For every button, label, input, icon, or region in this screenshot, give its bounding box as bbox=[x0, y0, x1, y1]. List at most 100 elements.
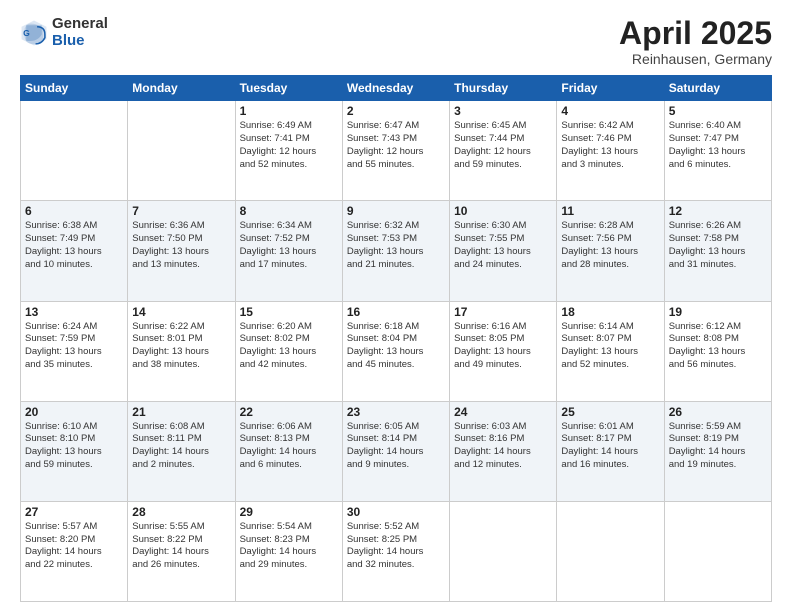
day-number: 21 bbox=[132, 405, 230, 419]
day-info: Sunrise: 6:12 AM Sunset: 8:08 PM Dayligh… bbox=[669, 321, 767, 372]
day-number: 28 bbox=[132, 505, 230, 519]
day-info: Sunrise: 6:26 AM Sunset: 7:58 PM Dayligh… bbox=[669, 220, 767, 271]
day-info: Sunrise: 6:08 AM Sunset: 8:11 PM Dayligh… bbox=[132, 421, 230, 472]
day-cell bbox=[557, 501, 664, 601]
day-number: 12 bbox=[669, 204, 767, 218]
day-info: Sunrise: 6:18 AM Sunset: 8:04 PM Dayligh… bbox=[347, 321, 445, 372]
day-info: Sunrise: 6:03 AM Sunset: 8:16 PM Dayligh… bbox=[454, 421, 552, 472]
header: G General Blue April 2025 Reinhausen, Ge… bbox=[20, 16, 772, 67]
day-info: Sunrise: 5:54 AM Sunset: 8:23 PM Dayligh… bbox=[240, 521, 338, 572]
day-info: Sunrise: 6:47 AM Sunset: 7:43 PM Dayligh… bbox=[347, 120, 445, 171]
day-cell bbox=[128, 101, 235, 201]
subtitle: Reinhausen, Germany bbox=[619, 51, 772, 67]
day-info: Sunrise: 6:32 AM Sunset: 7:53 PM Dayligh… bbox=[347, 220, 445, 271]
week-row-3: 13 Sunrise: 6:24 AM Sunset: 7:59 PM Dayli… bbox=[21, 301, 772, 401]
day-cell: 20 Sunrise: 6:10 AM Sunset: 8:10 PM Dayli… bbox=[21, 401, 128, 501]
day-info: Sunrise: 6:14 AM Sunset: 8:07 PM Dayligh… bbox=[561, 321, 659, 372]
day-cell: 27 Sunrise: 5:57 AM Sunset: 8:20 PM Dayli… bbox=[21, 501, 128, 601]
day-cell: 12 Sunrise: 6:26 AM Sunset: 7:58 PM Dayli… bbox=[664, 201, 771, 301]
day-cell: 3 Sunrise: 6:45 AM Sunset: 7:44 PM Daylig… bbox=[450, 101, 557, 201]
svg-text:G: G bbox=[23, 28, 30, 38]
day-cell: 8 Sunrise: 6:34 AM Sunset: 7:52 PM Daylig… bbox=[235, 201, 342, 301]
day-cell: 30Sunrise: 5:52 AM Sunset: 8:25 PM Dayli… bbox=[342, 501, 449, 601]
day-number: 11 bbox=[561, 204, 659, 218]
day-info: Sunrise: 5:59 AM Sunset: 8:19 PM Dayligh… bbox=[669, 421, 767, 472]
day-cell: 21 Sunrise: 6:08 AM Sunset: 8:11 PM Dayli… bbox=[128, 401, 235, 501]
day-info: Sunrise: 6:22 AM Sunset: 8:01 PM Dayligh… bbox=[132, 321, 230, 372]
day-number: 26 bbox=[669, 405, 767, 419]
day-info: Sunrise: 6:38 AM Sunset: 7:49 PM Dayligh… bbox=[25, 220, 123, 271]
day-cell bbox=[450, 501, 557, 601]
day-number: 22 bbox=[240, 405, 338, 419]
day-cell: 15 Sunrise: 6:20 AM Sunset: 8:02 PM Dayli… bbox=[235, 301, 342, 401]
col-header-monday: Monday bbox=[128, 76, 235, 101]
day-info: Sunrise: 6:20 AM Sunset: 8:02 PM Dayligh… bbox=[240, 321, 338, 372]
day-info: Sunrise: 6:28 AM Sunset: 7:56 PM Dayligh… bbox=[561, 220, 659, 271]
day-cell: 25 Sunrise: 6:01 AM Sunset: 8:17 PM Dayli… bbox=[557, 401, 664, 501]
day-cell: 2 Sunrise: 6:47 AM Sunset: 7:43 PM Daylig… bbox=[342, 101, 449, 201]
day-cell bbox=[664, 501, 771, 601]
day-info: Sunrise: 6:16 AM Sunset: 8:05 PM Dayligh… bbox=[454, 321, 552, 372]
day-info: Sunrise: 6:34 AM Sunset: 7:52 PM Dayligh… bbox=[240, 220, 338, 271]
col-header-saturday: Saturday bbox=[664, 76, 771, 101]
day-cell: 14Sunrise: 6:22 AM Sunset: 8:01 PM Dayli… bbox=[128, 301, 235, 401]
logo-general: General bbox=[52, 16, 108, 33]
col-header-wednesday: Wednesday bbox=[342, 76, 449, 101]
day-number: 6 bbox=[25, 204, 123, 218]
page: G General Blue April 2025 Reinhausen, Ge… bbox=[0, 0, 792, 612]
day-number: 16 bbox=[347, 305, 445, 319]
title-block: April 2025 Reinhausen, Germany bbox=[619, 16, 772, 67]
day-cell: 9 Sunrise: 6:32 AM Sunset: 7:53 PM Daylig… bbox=[342, 201, 449, 301]
day-number: 13 bbox=[25, 305, 123, 319]
day-info: Sunrise: 5:52 AM Sunset: 8:25 PM Dayligh… bbox=[347, 521, 445, 572]
week-row-2: 6 Sunrise: 6:38 AM Sunset: 7:49 PM Daylig… bbox=[21, 201, 772, 301]
day-number: 4 bbox=[561, 104, 659, 118]
day-number: 2 bbox=[347, 104, 445, 118]
day-number: 17 bbox=[454, 305, 552, 319]
col-header-friday: Friday bbox=[557, 76, 664, 101]
day-number: 3 bbox=[454, 104, 552, 118]
day-info: Sunrise: 6:10 AM Sunset: 8:10 PM Dayligh… bbox=[25, 421, 123, 472]
day-number: 8 bbox=[240, 204, 338, 218]
week-row-1: 1Sunrise: 6:49 AM Sunset: 7:41 PM Daylig… bbox=[21, 101, 772, 201]
logo: G General Blue bbox=[20, 16, 108, 49]
col-header-thursday: Thursday bbox=[450, 76, 557, 101]
day-info: Sunrise: 6:24 AM Sunset: 7:59 PM Dayligh… bbox=[25, 321, 123, 372]
day-cell: 28 Sunrise: 5:55 AM Sunset: 8:22 PM Dayli… bbox=[128, 501, 235, 601]
day-number: 23 bbox=[347, 405, 445, 419]
day-number: 25 bbox=[561, 405, 659, 419]
day-info: Sunrise: 6:45 AM Sunset: 7:44 PM Dayligh… bbox=[454, 120, 552, 171]
day-number: 20 bbox=[25, 405, 123, 419]
day-number: 15 bbox=[240, 305, 338, 319]
day-cell: 29Sunrise: 5:54 AM Sunset: 8:23 PM Dayli… bbox=[235, 501, 342, 601]
day-cell: 11 Sunrise: 6:28 AM Sunset: 7:56 PM Dayli… bbox=[557, 201, 664, 301]
day-cell: 16 Sunrise: 6:18 AM Sunset: 8:04 PM Dayli… bbox=[342, 301, 449, 401]
main-title: April 2025 bbox=[619, 16, 772, 51]
day-number: 9 bbox=[347, 204, 445, 218]
day-cell: 4 Sunrise: 6:42 AM Sunset: 7:46 PM Daylig… bbox=[557, 101, 664, 201]
day-cell: 22 Sunrise: 6:06 AM Sunset: 8:13 PM Dayli… bbox=[235, 401, 342, 501]
day-info: Sunrise: 6:42 AM Sunset: 7:46 PM Dayligh… bbox=[561, 120, 659, 171]
col-header-sunday: Sunday bbox=[21, 76, 128, 101]
col-header-tuesday: Tuesday bbox=[235, 76, 342, 101]
day-cell: 5Sunrise: 6:40 AM Sunset: 7:47 PM Daylig… bbox=[664, 101, 771, 201]
general-blue-icon: G bbox=[20, 19, 48, 47]
day-info: Sunrise: 6:49 AM Sunset: 7:41 PM Dayligh… bbox=[240, 120, 338, 171]
day-info: Sunrise: 6:06 AM Sunset: 8:13 PM Dayligh… bbox=[240, 421, 338, 472]
day-info: Sunrise: 6:01 AM Sunset: 8:17 PM Dayligh… bbox=[561, 421, 659, 472]
day-info: Sunrise: 5:57 AM Sunset: 8:20 PM Dayligh… bbox=[25, 521, 123, 572]
day-cell: 13 Sunrise: 6:24 AM Sunset: 7:59 PM Dayli… bbox=[21, 301, 128, 401]
day-info: Sunrise: 6:05 AM Sunset: 8:14 PM Dayligh… bbox=[347, 421, 445, 472]
logo-text: General Blue bbox=[52, 16, 108, 49]
day-number: 5 bbox=[669, 104, 767, 118]
day-info: Sunrise: 5:55 AM Sunset: 8:22 PM Dayligh… bbox=[132, 521, 230, 572]
week-row-4: 20 Sunrise: 6:10 AM Sunset: 8:10 PM Dayli… bbox=[21, 401, 772, 501]
day-cell bbox=[21, 101, 128, 201]
day-cell: 6 Sunrise: 6:38 AM Sunset: 7:49 PM Daylig… bbox=[21, 201, 128, 301]
day-number: 27 bbox=[25, 505, 123, 519]
day-number: 24 bbox=[454, 405, 552, 419]
day-cell: 17 Sunrise: 6:16 AM Sunset: 8:05 PM Dayli… bbox=[450, 301, 557, 401]
calendar-table: SundayMondayTuesdayWednesdayThursdayFrid… bbox=[20, 75, 772, 602]
day-number: 10 bbox=[454, 204, 552, 218]
week-row-5: 27 Sunrise: 5:57 AM Sunset: 8:20 PM Dayli… bbox=[21, 501, 772, 601]
